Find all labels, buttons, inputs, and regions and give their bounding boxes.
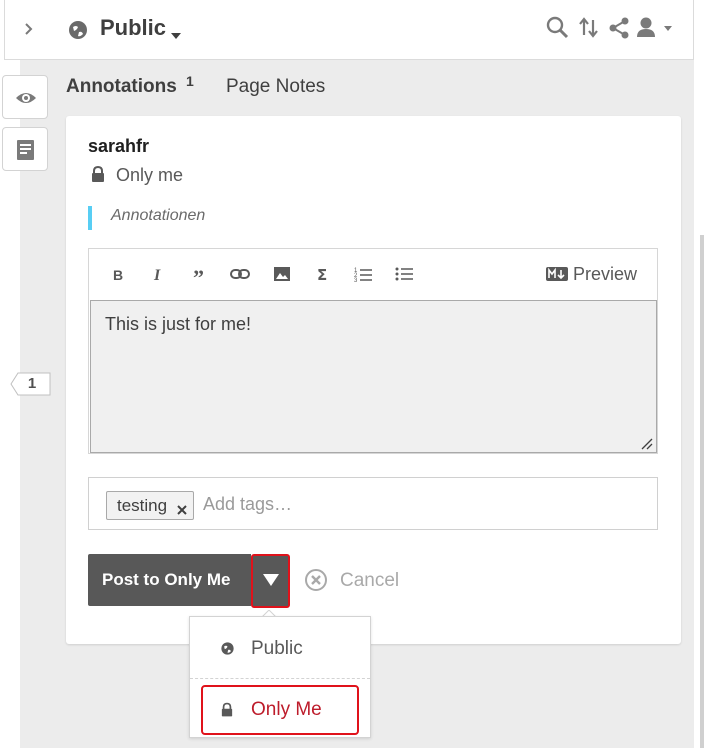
globe-icon [67,19,89,41]
editor-toolbar: B I ” Σ 123 Preview [89,249,657,299]
username[interactable]: sarahfr [88,136,149,157]
math-icon[interactable]: Σ [312,263,334,285]
annotation-body-text: This is just for me! [105,314,252,334]
quote-bar [88,206,92,230]
annotation-textarea[interactable]: This is just for me! [90,300,657,453]
tab-annotations[interactable]: Annotations [66,76,177,98]
menu-divider [190,678,370,679]
user-icon[interactable] [635,15,675,41]
cancel-icon[interactable] [304,568,328,592]
sort-icon[interactable] [576,15,602,41]
lock-icon [91,165,105,183]
share-icon[interactable] [606,15,632,41]
menu-item-only-me-label: Only Me [251,699,322,720]
menu-item-only-me[interactable]: Only Me [201,685,359,735]
privacy-label: Only me [116,165,184,185]
resize-grip-icon[interactable] [641,437,653,450]
close-icon[interactable] [177,502,187,515]
lock-icon [221,702,233,718]
search-icon[interactable] [545,15,571,41]
svg-text:I: I [153,267,161,284]
globe-icon [220,641,235,656]
svg-text:”: ” [193,265,204,285]
annotation-quote: Annotationen [111,207,206,224]
tags-input[interactable]: testing Add tags… [88,477,658,530]
svg-text:B: B [113,267,123,283]
cancel-button[interactable]: Cancel [340,570,399,592]
numbered-list-icon[interactable]: 123 [353,263,375,285]
eye-icon[interactable] [2,75,48,119]
tag-label: testing [117,496,168,515]
bullet-list-icon[interactable] [394,263,416,285]
post-button[interactable]: Post to Only Me [88,554,251,606]
quote-icon[interactable]: ” [188,263,210,285]
markdown-icon [546,267,568,281]
group-name[interactable]: Public [100,15,166,41]
svg-text:3: 3 [354,278,358,284]
markdown-editor: B I ” Σ 123 Preview This is just for me! [88,248,658,454]
preview-label: Preview [573,264,638,284]
top-bar: Public [4,0,694,60]
page-notes-icon[interactable] [2,127,48,171]
post-button-label: Post to Only Me [102,570,231,589]
bucket-count: 1 [27,375,37,392]
menu-item-public[interactable]: Public [190,617,370,677]
tags-placeholder: Add tags… [203,494,293,514]
caret-down-icon[interactable] [171,26,181,39]
caret-down-icon [263,574,279,586]
scrollbar[interactable] [700,235,704,748]
bold-icon[interactable]: B [107,263,129,285]
menu-item-public-label: Public [251,638,303,659]
tab-page-notes[interactable]: Page Notes [226,76,325,98]
annotations-count: 1 [186,73,194,89]
italic-icon[interactable]: I [147,263,169,285]
privacy-menu: Public Only Me [189,616,371,738]
tag-chip: testing [106,491,195,520]
privacy-dropdown-toggle[interactable] [251,554,290,608]
link-icon[interactable] [229,263,251,285]
svg-text:Σ: Σ [317,266,327,284]
image-icon[interactable] [271,263,293,285]
chevron-right-icon[interactable] [19,18,39,40]
